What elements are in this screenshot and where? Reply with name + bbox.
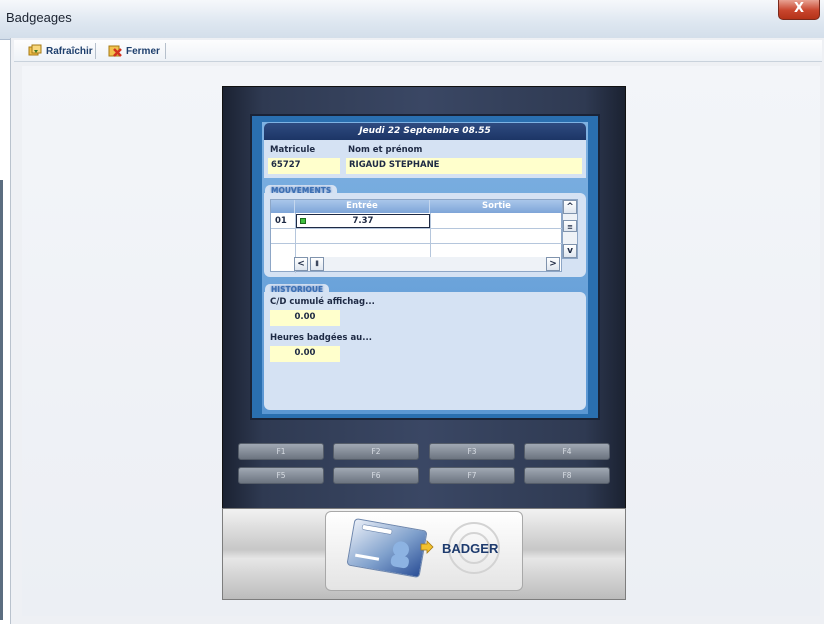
window-title: Badgeages xyxy=(6,10,72,25)
entree-value: 7.37 xyxy=(352,216,374,226)
refresh-button[interactable]: Rafraîchir xyxy=(28,42,93,60)
toolbar-separator xyxy=(165,43,166,59)
close-label: Fermer xyxy=(126,45,160,57)
horizontal-scrollbar[interactable]: < ⦀ > xyxy=(294,257,560,271)
close-icon xyxy=(108,44,122,58)
f3-key[interactable]: F3 xyxy=(429,443,515,460)
refresh-icon xyxy=(28,44,42,58)
grid-header-num xyxy=(271,200,295,213)
heures-label: Heures badgées au... xyxy=(270,333,372,343)
f8-key[interactable]: F8 xyxy=(524,467,610,484)
f6-key[interactable]: F6 xyxy=(333,467,419,484)
grid-line xyxy=(271,243,563,244)
name-label: Nom et prénom xyxy=(348,145,423,155)
date-header: Jeudi 22 Septembre 08.55 xyxy=(264,123,586,140)
f1-key[interactable]: F1 xyxy=(238,443,324,460)
vertical-scrollbar[interactable]: ^ ≡ v xyxy=(562,199,578,259)
f2-key[interactable]: F2 xyxy=(333,443,419,460)
name-field: RIGAUD STEPHANE xyxy=(346,158,582,174)
f4-key[interactable]: F4 xyxy=(524,443,610,460)
row-number: 01 xyxy=(275,216,287,226)
grid-header-entree: Entrée xyxy=(295,200,430,213)
grid-line xyxy=(430,213,431,258)
arrow-icon xyxy=(420,539,434,554)
title-bar: Badgeages xyxy=(0,0,824,40)
f7-key[interactable]: F7 xyxy=(429,467,515,484)
scroll-thumb[interactable]: ≡ xyxy=(563,220,577,232)
scroll-right-icon[interactable]: > xyxy=(546,257,560,271)
h-scroll-thumb[interactable]: ⦀ xyxy=(310,257,324,271)
badger-label: BADGER xyxy=(442,541,499,556)
f5-key[interactable]: F5 xyxy=(238,467,324,484)
scroll-down-icon[interactable]: v xyxy=(563,244,577,258)
cd-label: C/D cumulé affichag... xyxy=(270,297,375,307)
matricule-field: 65727 xyxy=(268,158,340,174)
left-edge xyxy=(0,180,3,620)
scroll-up-icon[interactable]: ^ xyxy=(563,200,577,214)
table-row[interactable]: 7.37 xyxy=(296,214,430,228)
toolbar: Rafraîchir Fermer xyxy=(14,40,822,62)
window-close-button[interactable]: X xyxy=(778,0,820,20)
toolbar-separator xyxy=(95,43,96,59)
matricule-label: Matricule xyxy=(270,145,316,155)
refresh-label: Rafraîchir xyxy=(46,45,93,57)
grid-line xyxy=(271,228,563,229)
close-button[interactable]: Fermer xyxy=(108,42,160,60)
grid-header-sortie: Sortie xyxy=(430,200,563,213)
heures-value: 0.00 xyxy=(270,346,340,362)
scroll-left-icon[interactable]: < xyxy=(294,257,308,271)
cd-value: 0.00 xyxy=(270,310,340,326)
